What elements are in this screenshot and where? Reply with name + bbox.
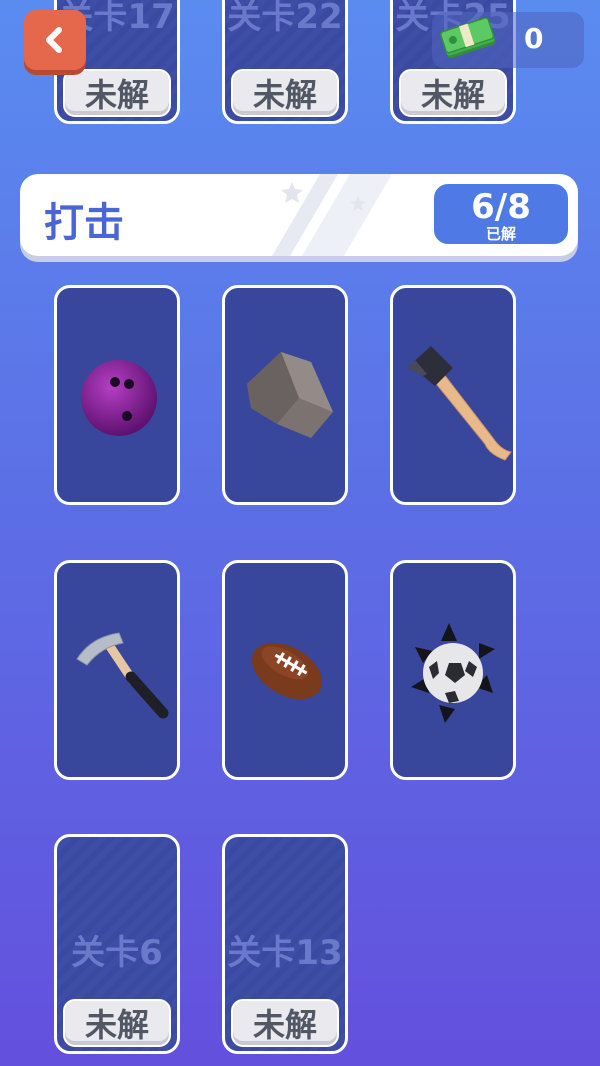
cash-stack-icon <box>440 18 496 59</box>
locked-badge: 未解 <box>231 999 339 1047</box>
locked-badge: 未解 <box>399 69 507 117</box>
locked-badge: 未解 <box>231 69 339 117</box>
level-label: 关卡6 <box>71 933 163 973</box>
hammer-icon <box>76 632 169 719</box>
locked-badge: 未解 <box>63 69 171 117</box>
level-card-22[interactable]: 关卡22 未解 <box>222 0 348 124</box>
category-header: 打击 6/8 已解 <box>20 174 578 256</box>
axe-icon <box>407 346 512 461</box>
level-label: 关卡13 <box>227 933 343 973</box>
chevron-left-icon <box>46 27 62 53</box>
back-button[interactable] <box>24 10 86 70</box>
unlock-progress-badge: 6/8 已解 <box>432 182 570 246</box>
level-card-6[interactable]: 关卡6 未解 <box>54 834 180 1054</box>
progress-label: 已解 <box>485 225 516 243</box>
item-card-hammer[interactable] <box>54 560 180 780</box>
level-card-13[interactable]: 关卡13 未解 <box>222 834 348 1054</box>
level-label: 关卡22 <box>227 0 343 37</box>
item-card-bowling-ball[interactable] <box>54 285 180 505</box>
spiked-ball-icon <box>411 623 495 723</box>
item-card-football[interactable] <box>222 560 348 780</box>
bowling-ball-icon <box>81 360 157 436</box>
football-icon <box>251 642 323 700</box>
currency-display: 0 <box>432 12 584 68</box>
item-card-spiked-ball[interactable] <box>390 560 516 780</box>
currency-value: 0 <box>524 22 544 55</box>
rock-icon <box>247 352 333 438</box>
item-card-rock[interactable] <box>222 285 348 505</box>
progress-count: 6/8 <box>471 187 531 227</box>
item-card-axe[interactable] <box>390 285 516 505</box>
section-title: 打击 <box>44 200 124 246</box>
locked-badge: 未解 <box>63 999 171 1047</box>
